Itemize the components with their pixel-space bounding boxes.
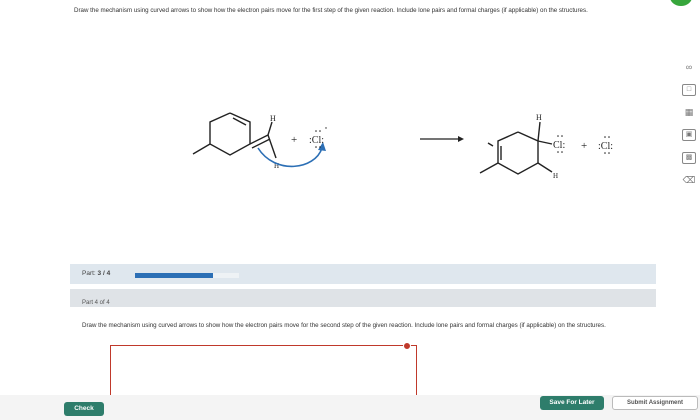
product-h-bottom: H [553, 172, 558, 180]
chloride-product: :Cl: [598, 141, 613, 152]
periodic-table-icon[interactable]: ▦ [682, 107, 696, 118]
plus-sign-2: + [581, 140, 587, 152]
save-for-later-button[interactable]: Save For Later [540, 396, 604, 410]
check-button[interactable]: Check [64, 402, 104, 416]
lasso-icon[interactable]: □ [682, 84, 696, 96]
infinity-icon[interactable]: ∞ [682, 62, 696, 73]
product-structure [479, 121, 553, 175]
reaction-arrow [420, 136, 464, 142]
progress-track [135, 273, 239, 278]
reactant-structure [192, 112, 277, 159]
eraser-icon[interactable]: ⌫ [682, 175, 696, 186]
grid-icon[interactable]: ▩ [682, 152, 696, 164]
part4-title: Part 4 of 4 [82, 300, 110, 306]
part-separator: / [102, 270, 105, 277]
part4-header [70, 289, 656, 307]
product-h-top: H [536, 113, 542, 122]
part-current: 3 [97, 270, 102, 277]
drawing-canvas[interactable] [110, 345, 417, 396]
drawing-toolbar: ∞ □ ▦ ▣ ▩ ⌫ [680, 62, 698, 197]
part-total: 4 [106, 270, 111, 277]
chloride-reactant: :Cl: [309, 135, 324, 146]
submit-assignment-button[interactable]: Submit Assignment [612, 396, 698, 410]
question-text-part4: Draw the mechanism using curved arrows t… [82, 322, 606, 329]
canvas-status-dot[interactable] [403, 342, 411, 350]
curved-arrow[interactable] [257, 147, 323, 168]
part-progress-label: Part: 3 / 4 [82, 270, 110, 277]
plus-sign-1: + [291, 134, 297, 146]
chlorine-product: Cl: [553, 140, 565, 151]
template-icon[interactable]: ▣ [682, 129, 696, 141]
progress-fill [135, 273, 213, 278]
part-label-prefix: Part: [82, 270, 96, 277]
reactant-h-top: H [270, 114, 276, 123]
